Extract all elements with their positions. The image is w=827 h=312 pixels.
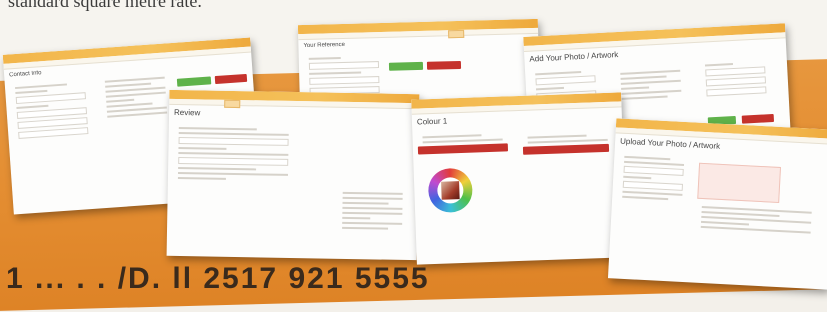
form-field[interactable] — [178, 136, 289, 146]
green-action-button[interactable] — [388, 61, 424, 71]
form-field[interactable] — [623, 165, 684, 176]
form-field[interactable] — [705, 76, 767, 87]
form-field[interactable] — [178, 156, 289, 166]
bottom-caption: 1 ... . . /D. ll 2517 921 5555 — [6, 262, 430, 295]
form-field[interactable] — [535, 75, 596, 86]
active-tab[interactable] — [224, 99, 241, 109]
screenshot-card-colour: Colour 1 — [411, 92, 627, 265]
highlight-panel — [697, 162, 782, 203]
form-field[interactable] — [308, 61, 380, 70]
screenshot-card-review: Review — [166, 89, 420, 261]
form-field[interactable] — [18, 127, 89, 139]
top-caption: standard square metre rate. — [8, 0, 202, 11]
active-tab[interactable] — [448, 29, 465, 39]
red-action-button[interactable] — [214, 73, 248, 85]
green-action-button[interactable] — [176, 76, 212, 87]
colour-wheel[interactable] — [427, 167, 474, 214]
card-title: Review — [173, 107, 201, 118]
red-action-button[interactable] — [417, 143, 509, 155]
form-field[interactable] — [706, 86, 767, 97]
form-field[interactable] — [15, 92, 87, 105]
red-action-button[interactable] — [741, 113, 775, 124]
red-action-button[interactable] — [522, 143, 610, 155]
screenshot-card-upload: Upload Your Photo / Artwork — [607, 118, 827, 290]
form-field[interactable] — [705, 66, 766, 77]
form-field[interactable] — [309, 76, 380, 85]
form-field[interactable] — [622, 180, 683, 191]
red-action-button[interactable] — [426, 60, 462, 70]
